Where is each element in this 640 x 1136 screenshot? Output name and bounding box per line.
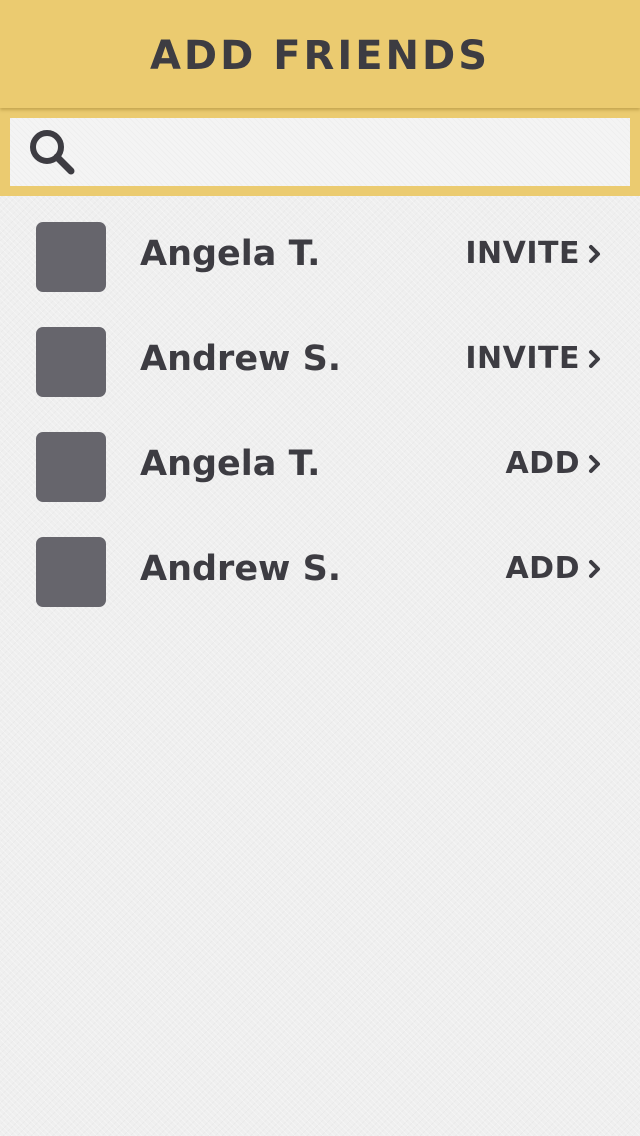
friend-name: Angela T. (140, 234, 321, 274)
friend-name: Andrew S. (140, 339, 342, 379)
chevron-right-icon (589, 559, 600, 578)
chevron-right-icon (589, 349, 600, 368)
friend-list: Angela T. INVITE Andrew S. INVITE Angela… (0, 196, 640, 616)
action-label: INVITE (465, 236, 580, 271)
chevron-right-icon (589, 454, 600, 473)
avatar (36, 537, 106, 607)
chevron-right-icon (589, 244, 600, 263)
add-button[interactable]: ADD (505, 551, 602, 586)
avatar (36, 432, 106, 502)
list-item: Andrew S. ADD (0, 511, 640, 616)
search-field[interactable] (10, 118, 630, 186)
action-label: ADD (505, 551, 580, 586)
add-button[interactable]: ADD (505, 446, 602, 481)
action-label: ADD (505, 446, 580, 481)
friend-name: Angela T. (140, 444, 321, 484)
app-header: ADD FRIENDS (0, 0, 640, 108)
action-label: INVITE (465, 341, 580, 376)
invite-button[interactable]: INVITE (465, 341, 602, 376)
friend-name: Andrew S. (140, 549, 342, 589)
invite-button[interactable]: INVITE (465, 236, 602, 271)
list-item: Angela T. ADD (0, 406, 640, 511)
list-item: Andrew S. INVITE (0, 301, 640, 406)
search-bar (0, 108, 640, 196)
search-input[interactable] (78, 118, 630, 186)
search-icon[interactable] (26, 126, 78, 178)
page-title: ADD FRIENDS (149, 33, 491, 79)
list-item: Angela T. INVITE (0, 196, 640, 301)
avatar (36, 222, 106, 292)
avatar (36, 327, 106, 397)
